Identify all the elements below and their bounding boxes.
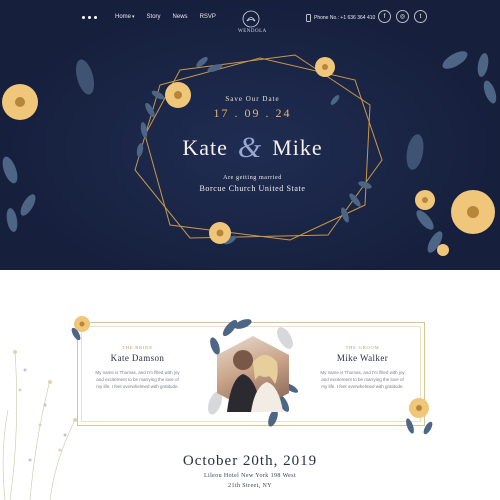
facebook-icon[interactable]: f: [378, 10, 391, 23]
leaf-cluster-left: [2, 156, 36, 232]
groom-bio: My name is Thomas, and I'm filled with j…: [320, 370, 405, 389]
instagram-icon[interactable]: ◎: [396, 10, 409, 23]
church-location: Borcue Church United State: [199, 184, 306, 193]
groom-role: THE GROOM: [345, 345, 380, 350]
name-right: Mike: [272, 135, 323, 160]
social-links: f ◎ t: [378, 10, 427, 23]
bride-info: THE BRIDE Kate Damson My name is Thomas,…: [95, 345, 180, 390]
leaf-right: [406, 134, 424, 170]
logo[interactable]: WENDOLA: [238, 10, 267, 34]
frame-flower-bottom: [209, 222, 231, 244]
couple-names: Kate & Mike: [150, 131, 355, 165]
groom-name: Mike Walker: [336, 353, 389, 363]
nav-item-rsvp[interactable]: RSVP: [200, 14, 216, 20]
getting-married-text: Are getting married: [223, 175, 282, 181]
bride-bio: My name is Thomas, and I'm filled with j…: [95, 370, 180, 389]
corner-flower-right: [415, 190, 495, 256]
card-flower-right: [406, 398, 433, 435]
menu-dots-icon[interactable]: [82, 16, 97, 19]
bride-name: Kate Damson: [110, 353, 165, 363]
corner-flower-left: [2, 84, 38, 120]
hero-section: Home▾ Story News RSVP WENDOLA Phone No.:…: [0, 0, 500, 270]
logo-text: WENDOLA: [238, 29, 267, 34]
phone-number: Phone No.: +1 636 364 410: [314, 15, 376, 21]
nav-item-story[interactable]: Story: [147, 14, 161, 20]
name-left: Kate: [182, 135, 228, 160]
leaf-cluster-right: [442, 51, 497, 104]
couple-photo-silhouette: [227, 350, 283, 412]
wedding-date: 17 . 09 . 24: [213, 106, 292, 120]
phone-info: Phone No.: +1 636 364 410: [306, 14, 375, 22]
nav-item-home[interactable]: Home▾: [115, 14, 135, 20]
wildflower-sprigs: [2, 349, 77, 500]
top-nav: Home▾ Story News RSVP WENDOLA Phone No.:…: [0, 0, 500, 36]
card-flower-left: [71, 316, 90, 341]
groom-info: THE GROOM Mike Walker My name is Thomas,…: [320, 345, 405, 390]
bride-role: THE BRIDE: [122, 345, 153, 350]
nav-links: Home▾ Story News RSVP: [115, 14, 216, 20]
frame-flower-right: [315, 57, 335, 77]
leaf-top-left: [75, 59, 95, 95]
nav-item-news[interactable]: News: [173, 14, 188, 20]
logo-icon: [242, 10, 260, 28]
couple-photo-frame: [205, 318, 300, 430]
save-date-label: Save Our Date: [225, 95, 280, 103]
phone-icon: [306, 14, 311, 22]
twitter-icon[interactable]: t: [414, 10, 427, 23]
ampersand: &: [237, 131, 263, 164]
hero-text: Save Our Date 17 . 09 . 24 Kate & Mike A…: [150, 95, 355, 193]
